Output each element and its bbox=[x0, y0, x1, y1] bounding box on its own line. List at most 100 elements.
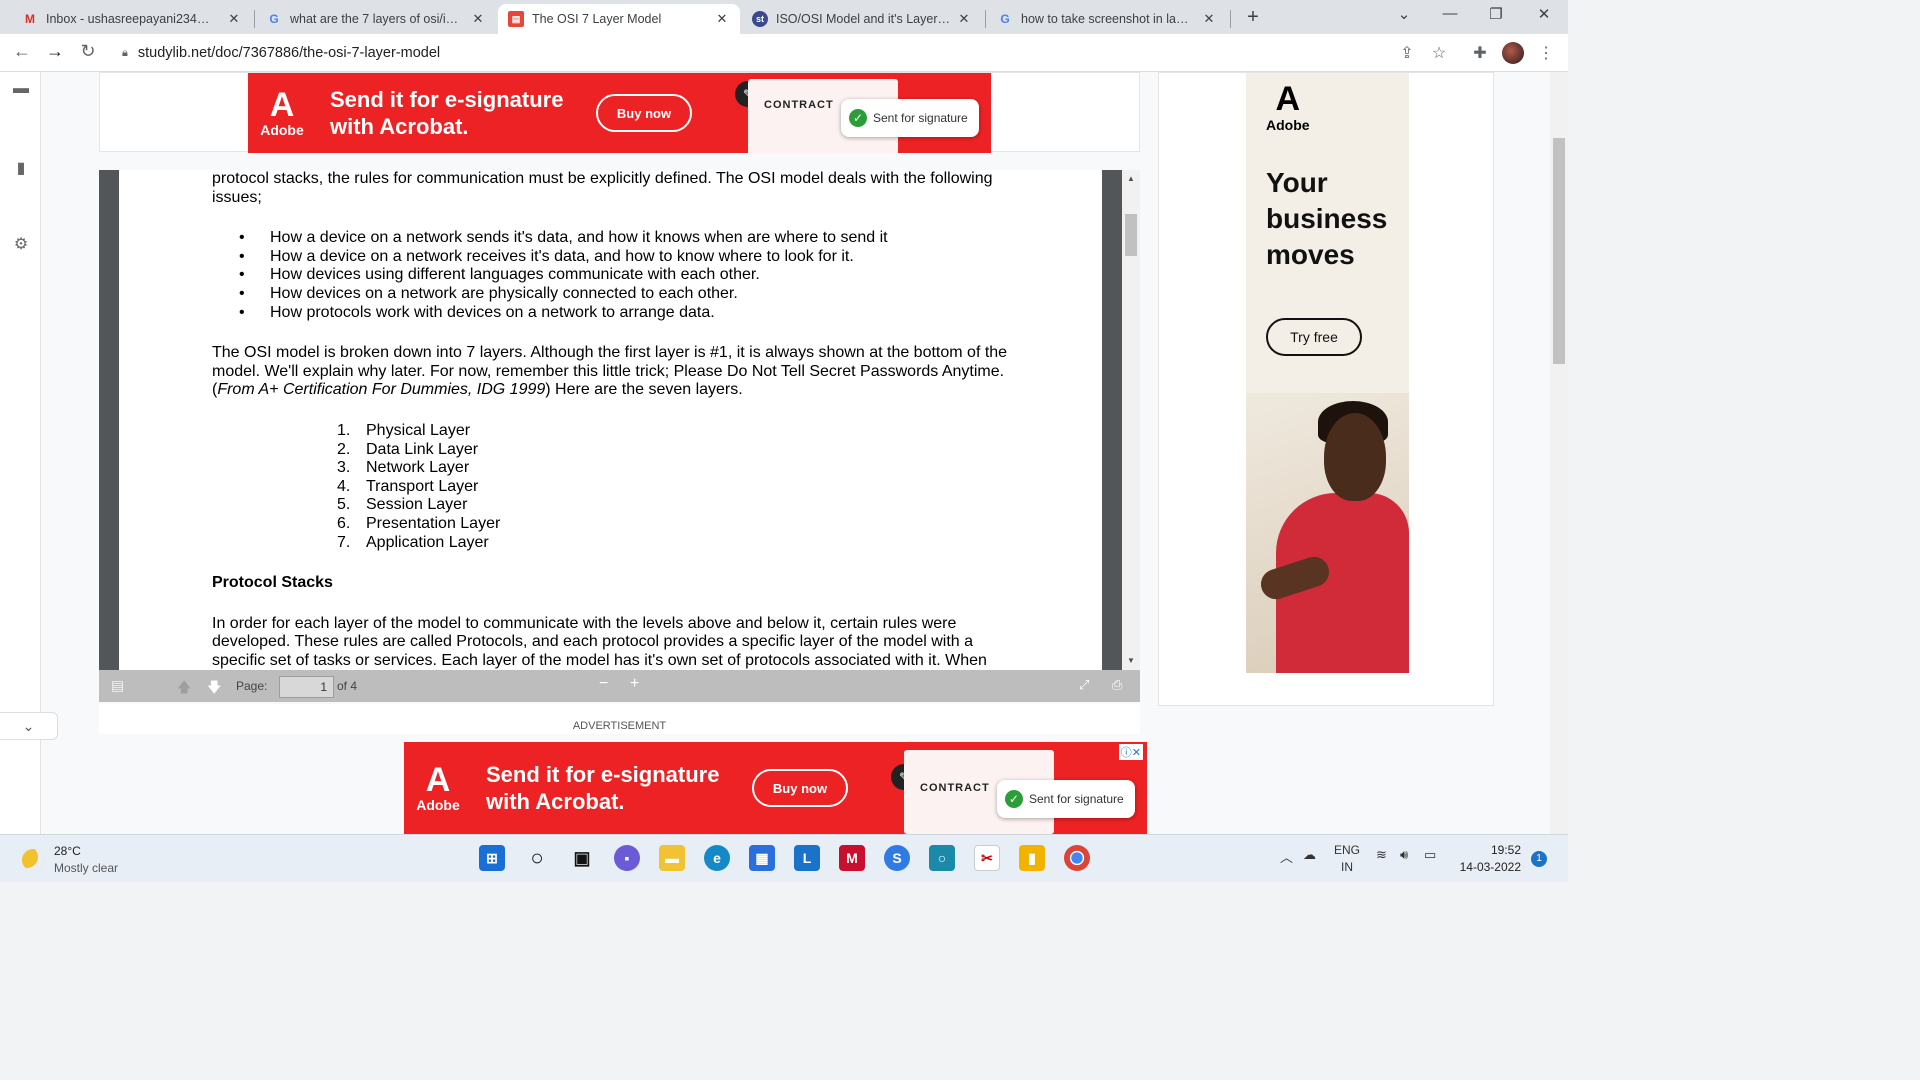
back-icon[interactable]: ← bbox=[10, 41, 34, 62]
tab-title: Inbox - ushasreepayani234@gm bbox=[46, 12, 220, 26]
show-hidden-icons-icon[interactable]: ︿ bbox=[1280, 847, 1293, 866]
weather-widget[interactable]: 28°C Mostly clear bbox=[22, 843, 118, 877]
adobe-side-ad[interactable]: A Adobe Your business moves Try free bbox=[1246, 73, 1409, 673]
scroll-up-arrow-icon[interactable]: ▲ bbox=[1122, 174, 1140, 183]
studytonight-icon: st bbox=[752, 11, 768, 27]
buy-now-button[interactable]: Buy now bbox=[596, 94, 692, 132]
settings-gear-icon[interactable]: ⚙ bbox=[12, 234, 30, 253]
layer-name: Physical Layer bbox=[366, 421, 471, 439]
layer-number: 1. bbox=[337, 421, 351, 439]
browser-toolbar: ← → ↻ 🔒︎ studylib.net/doc/7367886/the-os… bbox=[0, 34, 1568, 72]
clock[interactable]: 19:52 14-03-2022 bbox=[1455, 842, 1521, 876]
store-icon[interactable]: ▦ bbox=[749, 845, 775, 871]
zoom-in-icon[interactable]: + bbox=[630, 675, 639, 693]
scrollbar-thumb[interactable] bbox=[1553, 138, 1565, 364]
document-icon[interactable]: ▮ bbox=[12, 158, 30, 177]
forward-icon[interactable]: → bbox=[43, 41, 67, 62]
notification-badge[interactable]: 1 bbox=[1531, 851, 1547, 867]
adobe-logo: A Adobe bbox=[1266, 81, 1310, 133]
power-bi-icon[interactable]: ▮ bbox=[1019, 845, 1045, 871]
layer-name: Session Layer bbox=[366, 496, 468, 514]
cortana-icon[interactable]: ○ bbox=[929, 845, 955, 871]
layer-number: 6. bbox=[337, 514, 351, 532]
page-content: ▬ ▮ ⚙ ⌄ A Adobe Send it for e-signature … bbox=[0, 72, 1568, 834]
tab-osi-model[interactable]: ▤ The OSI 7 Layer Model ✕ bbox=[498, 4, 740, 34]
viewer-scrollbar[interactable]: ▲ ▼ bbox=[1122, 170, 1140, 670]
task-view-icon[interactable]: ▣ bbox=[569, 845, 595, 871]
print-icon[interactable]: ⎙ bbox=[1112, 677, 1122, 693]
mcafee-icon[interactable]: M bbox=[839, 845, 865, 871]
snipping-tool-icon[interactable]: ✂ bbox=[974, 845, 1000, 871]
close-tab-icon[interactable]: ✕ bbox=[956, 11, 972, 27]
list-item: How devices using different languages co… bbox=[212, 266, 1012, 285]
close-tab-icon[interactable]: ✕ bbox=[714, 11, 730, 27]
close-tab-icon[interactable]: ✕ bbox=[470, 11, 486, 27]
profile-avatar[interactable] bbox=[1502, 42, 1524, 64]
lenovo-l-icon[interactable]: L bbox=[794, 845, 820, 871]
volume-icon[interactable]: 🔊︎ bbox=[1400, 847, 1408, 863]
buy-now-button[interactable]: Buy now bbox=[752, 769, 848, 807]
minimize-button[interactable]: — bbox=[1430, 5, 1470, 22]
next-page-arrow-icon[interactable]: 🡇 bbox=[207, 677, 221, 701]
list-item: How a device on a network receives it's … bbox=[212, 248, 1012, 267]
skype-icon[interactable]: S bbox=[884, 845, 910, 871]
language-indicator[interactable]: ENG IN bbox=[1334, 842, 1360, 876]
maximize-button[interactable]: ❐ bbox=[1476, 5, 1516, 23]
ad-close-icon[interactable]: ⓘ✕ bbox=[1118, 744, 1143, 760]
tab-search-icon[interactable]: ⌄ bbox=[1384, 5, 1424, 23]
tab-iso-osi[interactable]: st ISO/OSI Model and it's Layers - P ✕ bbox=[742, 4, 982, 34]
start-icon[interactable]: ⊞ bbox=[479, 845, 505, 871]
scrollbar-thumb[interactable] bbox=[1125, 214, 1137, 256]
tab-divider bbox=[254, 10, 255, 28]
woman-with-phone-image bbox=[1246, 393, 1409, 673]
layer-number: 2. bbox=[337, 440, 351, 458]
share-icon[interactable]: ⇪ bbox=[1396, 43, 1418, 63]
edge-icon[interactable]: e bbox=[704, 845, 730, 871]
adobe-wordmark: Adobe bbox=[260, 122, 304, 138]
archive-icon[interactable]: ▬ bbox=[12, 80, 30, 98]
file-explorer-icon[interactable]: ▬ bbox=[659, 845, 685, 871]
photo-figure-head bbox=[1324, 413, 1386, 501]
sent-signature-label: Sent for signature bbox=[1029, 792, 1124, 806]
zoom-out-icon[interactable]: − bbox=[599, 675, 608, 693]
chat-icon[interactable]: ▪ bbox=[614, 845, 640, 871]
onedrive-cloud-icon[interactable]: ☁ bbox=[1303, 847, 1316, 863]
fullscreen-icon[interactable]: ⤢ bbox=[1079, 677, 1089, 693]
close-tab-icon[interactable]: ✕ bbox=[226, 11, 242, 27]
tab-screenshot-search[interactable]: G how to take screenshot in laptop ✕ bbox=[987, 4, 1227, 34]
close-tab-icon[interactable]: ✕ bbox=[1201, 11, 1217, 27]
wifi-icon[interactable]: ≋ bbox=[1376, 847, 1387, 863]
previous-page-arrow-icon[interactable]: 🡅 bbox=[177, 677, 191, 701]
sidebar-toggle-icon[interactable]: ▤ bbox=[111, 677, 124, 694]
new-tab-button[interactable]: + bbox=[1242, 6, 1264, 29]
advertisement-label: ADVERTISEMENT bbox=[99, 704, 1140, 734]
bookmark-star-icon[interactable]: ☆ bbox=[1428, 43, 1450, 63]
extensions-icon[interactable]: ✚ bbox=[1469, 43, 1491, 63]
list-item: How devices on a network are physically … bbox=[212, 285, 1012, 304]
layer-name: Network Layer bbox=[366, 459, 470, 477]
page-number-input[interactable]: 1 bbox=[279, 676, 334, 698]
page-total: of 4 bbox=[337, 679, 358, 693]
sent-signature-chip: ✓ Sent for signature bbox=[841, 99, 979, 137]
tab-google-search[interactable]: G what are the 7 layers of osi/iso pr ✕ bbox=[256, 4, 496, 34]
chrome-icon[interactable] bbox=[1064, 845, 1090, 871]
acrobat-banner-ad[interactable]: A Adobe Send it for e-signature with Acr… bbox=[248, 73, 991, 153]
paragraph-text: ) Here are the seven layers. bbox=[545, 381, 743, 399]
page-scrollbar[interactable] bbox=[1550, 72, 1568, 834]
menu-kebab-icon[interactable]: ⋮ bbox=[1535, 43, 1557, 63]
tab-title: ISO/OSI Model and it's Layers - P bbox=[776, 12, 950, 26]
tab-gmail[interactable]: M Inbox - ushasreepayani234@gm ✕ bbox=[12, 4, 252, 34]
tab-divider bbox=[985, 10, 986, 28]
collapse-chevron-button[interactable]: ⌄ bbox=[0, 712, 58, 740]
reload-icon[interactable]: ↻ bbox=[76, 41, 100, 62]
url-text: studylib.net/doc/7367886/the-osi-7-layer… bbox=[137, 45, 441, 61]
close-window-button[interactable]: ✕ bbox=[1524, 5, 1564, 23]
scroll-down-arrow-icon[interactable]: ▼ bbox=[1122, 656, 1140, 665]
try-free-button[interactable]: Try free bbox=[1266, 318, 1362, 356]
battery-icon[interactable]: ▭ bbox=[1424, 847, 1436, 863]
search-icon[interactable]: ○ bbox=[524, 845, 550, 871]
ad-headline: Send it for e-signature with Acrobat. bbox=[486, 762, 720, 814]
acrobat-bottom-banner-ad[interactable]: A Adobe Send it for e-signature with Acr… bbox=[404, 742, 1147, 834]
address-bar[interactable]: 🔒︎ studylib.net/doc/7367886/the-osi-7-la… bbox=[112, 38, 1462, 68]
citation-text: From A+ Certification For Dummies, IDG 1… bbox=[217, 381, 546, 399]
